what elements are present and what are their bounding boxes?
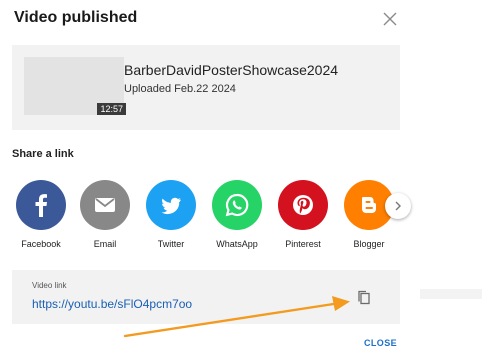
share-heading: Share a link [12,148,74,160]
twitter-icon [146,180,196,230]
pinterest-icon [278,180,328,230]
share-twitter[interactable]: Twitter [143,180,199,249]
video-thumbnail[interactable]: 12:57 [24,57,126,115]
share-label-email: Email [93,239,117,249]
copy-icon[interactable] [354,288,374,308]
share-email[interactable]: Email [77,180,133,249]
video-link-url[interactable]: https://youtu.be/sFlO4pcm7oo [32,297,192,311]
email-icon [80,180,130,230]
share-whatsapp[interactable]: WhatsApp [209,180,265,249]
dialog-title: Video published [14,9,138,26]
share-label-whatsapp: WhatsApp [216,239,258,249]
video-published-dialog: Video published 12:57 BarberDavidPosterS… [0,0,413,349]
close-icon[interactable] [381,10,399,28]
video-link-box: Video link https://youtu.be/sFlO4pcm7oo [12,270,400,324]
video-card: 12:57 BarberDavidPosterShowcase2024 Uplo… [12,45,400,130]
share-label-facebook: Facebook [21,239,61,249]
share-facebook[interactable]: Facebook [13,180,69,249]
facebook-icon [16,180,66,230]
background-field [420,289,482,299]
video-link-label: Video link [32,281,67,290]
upload-date: Uploaded Feb.22 2024 [124,83,236,95]
share-pinterest[interactable]: Pinterest [275,180,331,249]
next-share-button[interactable] [385,193,411,219]
share-label-pinterest: Pinterest [285,239,321,249]
share-label-twitter: Twitter [157,239,185,249]
video-title: BarberDavidPosterShowcase2024 [124,62,339,78]
whatsapp-icon [212,180,262,230]
share-label-blogger: Blogger [353,239,385,249]
close-button[interactable]: CLOSE [364,338,397,348]
duration-badge: 12:57 [97,103,126,115]
chevron-right-icon [395,201,401,211]
share-row: Facebook Email Twitter WhatsApp Pinteres [13,180,413,260]
